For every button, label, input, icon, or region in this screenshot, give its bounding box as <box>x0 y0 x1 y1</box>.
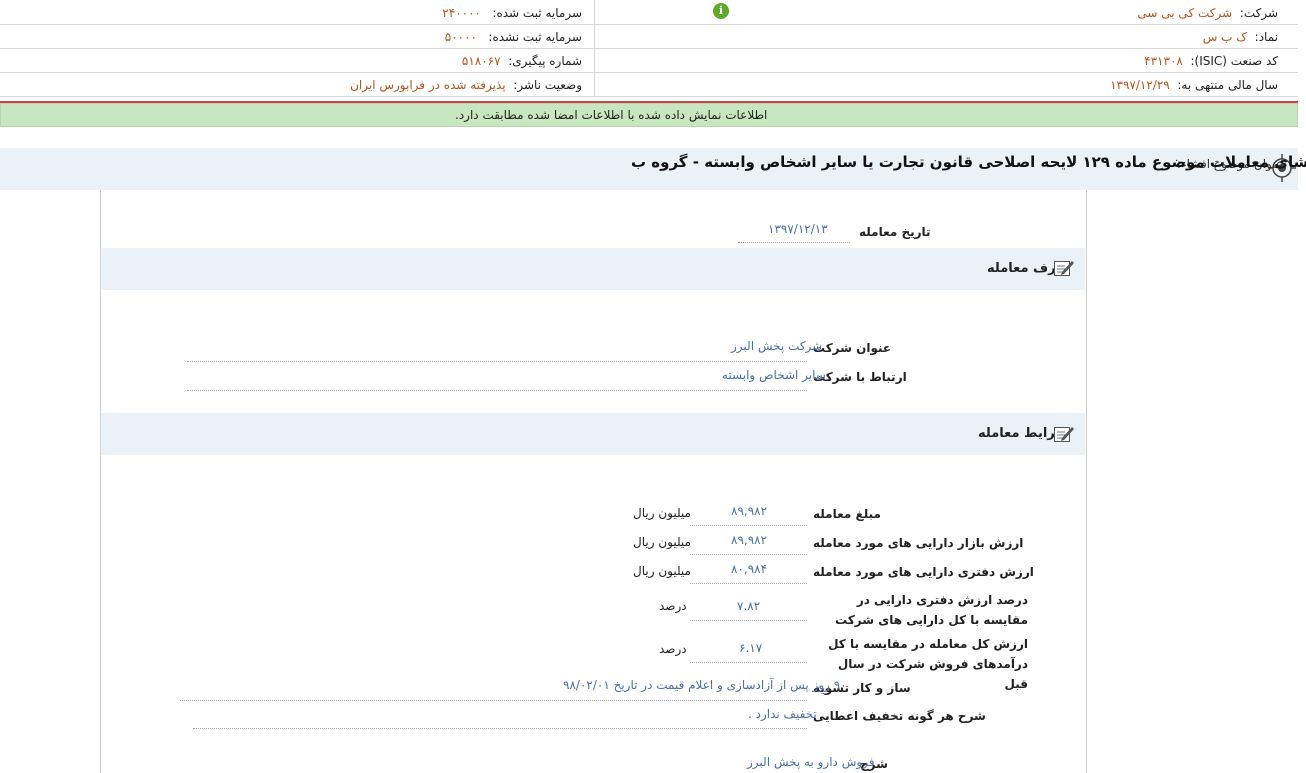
field-underline <box>690 662 807 663</box>
publisher-status-value: پذیرفته شده در فرابورس ایران <box>350 78 506 92</box>
sales-ratio-value: ۶.۱۷ <box>739 641 763 655</box>
transaction-amount-label: مبلغ معامله <box>813 507 881 521</box>
unregistered-capital-label: سرمایه ثبت نشده: <box>488 30 582 44</box>
disclosure-title: افشای معاملات موضوع ماده ۱۲۹ لایحه اصلاح… <box>631 153 1306 171</box>
unit-label: درصد <box>659 642 687 656</box>
tracking-number-value: ۵۱۸۰۶۷ <box>461 54 501 68</box>
field-underline <box>738 242 850 243</box>
book-value-value: ۸۰,۹۸۴ <box>731 562 768 576</box>
company-title-value: شرکت پخش البرز <box>731 339 823 353</box>
transaction-date-label: تاریخ معامله <box>859 225 931 239</box>
company-title-label: عنوان شرکت <box>813 341 892 355</box>
field-underline <box>690 525 807 526</box>
unit-label: میلیون ریال <box>633 506 691 520</box>
transaction-date-value: ۱۳۹۷/۱۲/۱۳ <box>768 222 828 236</box>
market-value-value: ۸۹,۹۸۲ <box>731 533 768 547</box>
relation-label: ارتباط با شرکت <box>813 370 907 384</box>
symbol-label: نماد: <box>1254 30 1278 44</box>
tracking-number-label: شماره پیگیری: <box>508 54 582 68</box>
field-underline <box>187 361 807 362</box>
description-value: فروش دارو به پخش البرز <box>747 755 875 769</box>
publisher-status-field: وضعیت ناشر: پذیرفته شده در فرابورس ایران <box>350 73 582 97</box>
fiscal-year-field: سال مالی منتهی به: ۱۳۹۷/۱۲/۲۹ <box>1110 73 1278 97</box>
discount-value: تخفیف ندارد . <box>748 707 817 721</box>
company-name-value: شرکت کی بی سی <box>1137 6 1233 20</box>
header-row <box>0 48 1298 73</box>
verification-notice: اطلاعات نمایش داده شده با اطلاعات امضا ش… <box>0 103 1298 127</box>
terms-section-header <box>101 413 1085 455</box>
symbol-field: نماد: ک ب س <box>1203 25 1278 49</box>
header-row <box>0 24 1298 49</box>
unregistered-capital-field: سرمایه ثبت نشده: ۵۰۰۰۰ <box>445 25 582 49</box>
book-value-percent-value: ۷.۸۲ <box>737 599 761 613</box>
isic-label: کد صنعت (ISIC): <box>1190 54 1278 68</box>
field-underline <box>187 390 807 391</box>
field-underline <box>193 728 807 729</box>
field-underline <box>180 700 807 701</box>
fiscal-year-label: سال مالی منتهی به: <box>1177 78 1278 92</box>
notice-text: اطلاعات نمایش داده شده با اطلاعات امضا ش… <box>455 108 768 122</box>
tracking-number-field: شماره پیگیری: ۵۱۸۰۶۷ <box>462 49 582 73</box>
company-name-field: شرکت: شرکت کی بی سی <box>1137 1 1278 25</box>
header-row <box>0 0 1298 25</box>
unit-label: درصد <box>659 599 687 613</box>
unit-label: میلیون ریال <box>633 535 691 549</box>
isic-field: کد صنعت (ISIC): ۴۳۱۳۰۸ <box>1144 49 1278 73</box>
fiscal-year-value: ۱۳۹۷/۱۲/۲۹ <box>1110 78 1170 92</box>
registered-capital-label: سرمایه ثبت شده: <box>492 6 582 20</box>
field-underline <box>690 583 807 584</box>
company-name-label: شرکت: <box>1239 6 1278 20</box>
isic-value: ۴۳۱۳۰۸ <box>1144 54 1183 68</box>
header-row <box>0 72 1298 96</box>
unregistered-capital-value: ۵۰۰۰۰ <box>444 30 477 44</box>
symbol-value: ک ب س <box>1202 30 1248 44</box>
registered-capital-field: سرمایه ثبت شده: ۲۴۰۰۰۰ <box>442 1 582 25</box>
transaction-amount-value: ۸۹,۹۸۲ <box>731 504 768 518</box>
field-underline <box>690 554 807 555</box>
market-value-label: ارزش بازار دارایی های مورد معامله <box>813 536 1024 550</box>
book-value-percent-label: درصد ارزش دفتری دارایی در مقایسه با کل د… <box>835 593 1028 627</box>
publisher-status-label: وضعیت ناشر: <box>513 78 582 92</box>
edit-icon <box>1054 261 1074 276</box>
relation-value: سایر اشخاص وابسته <box>722 368 826 382</box>
party-section-header <box>101 248 1085 290</box>
info-icon: i <box>713 3 729 19</box>
edit-icon <box>1054 427 1074 442</box>
field-underline <box>690 620 807 621</box>
unit-label: میلیون ریال <box>633 564 691 578</box>
company-header: شرکت: شرکت کی بی سی نماد: ک ب س کد صنعت … <box>0 0 1298 97</box>
discount-label: شرح هر گونه تخفیف اعطایی <box>813 709 986 723</box>
settlement-value: ۹۰ روز پس از آزادسازی و اعلام قیمت در تا… <box>563 678 847 692</box>
book-value-label: ارزش دفتری دارایی های مورد معامله <box>813 565 1034 579</box>
registered-capital-value: ۲۴۰۰۰۰ <box>442 6 481 20</box>
